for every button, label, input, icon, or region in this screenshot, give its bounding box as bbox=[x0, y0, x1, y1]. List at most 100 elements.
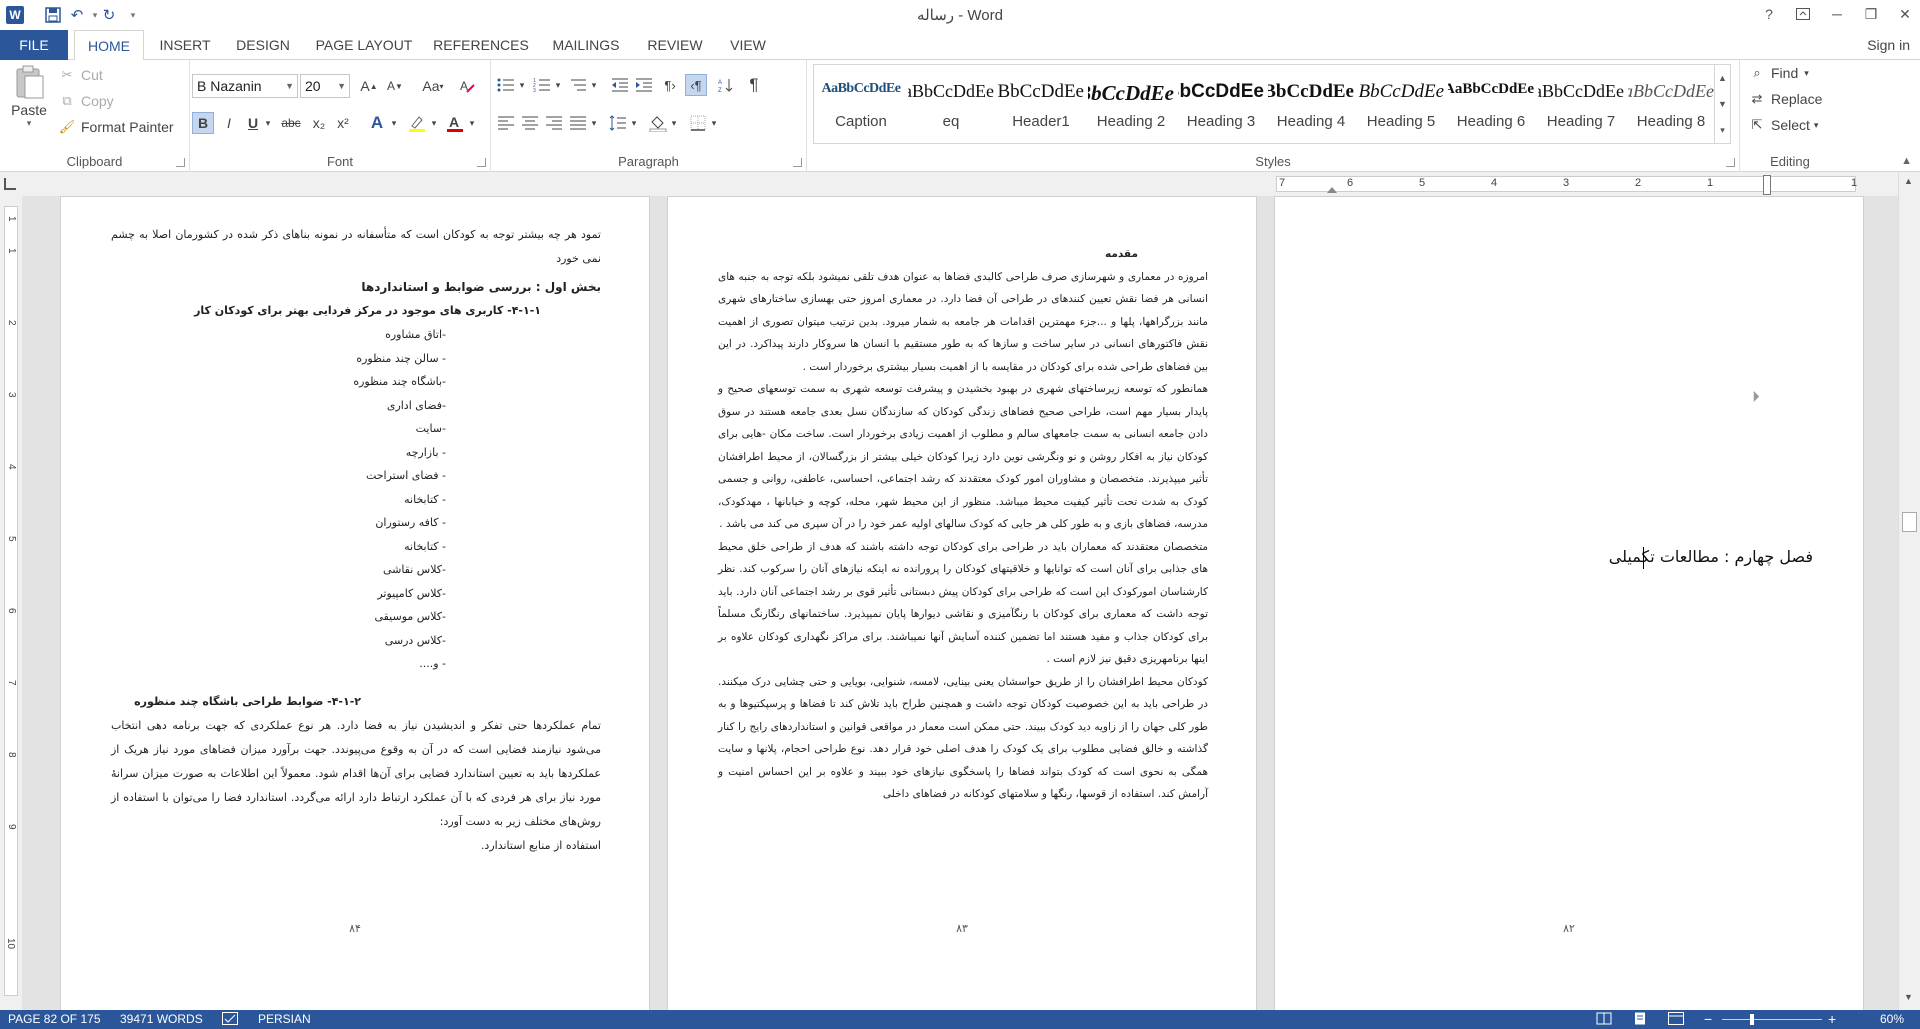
format-painter-button[interactable]: 🖌 Format Painter bbox=[58, 118, 174, 136]
font-color-dropdown-icon[interactable]: ▾ bbox=[466, 112, 478, 134]
style-heading-6[interactable]: AaBbCcDdEe Heading 6 bbox=[1448, 67, 1534, 141]
read-mode-icon[interactable] bbox=[1596, 1012, 1612, 1028]
decrease-indent-button[interactable] bbox=[609, 74, 631, 96]
cut-button[interactable]: ✂ Cut bbox=[58, 66, 103, 84]
line-spacing-dropdown-icon[interactable]: ▾ bbox=[629, 112, 639, 134]
minimize-icon[interactable]: ─ bbox=[1822, 2, 1852, 26]
style-heading-3[interactable]: AaBbCcDdEe Heading 3 bbox=[1178, 67, 1264, 141]
find-button[interactable]: ⌕ Find ▾ bbox=[1748, 64, 1808, 82]
close-icon[interactable]: ✕ bbox=[1890, 2, 1920, 26]
style-heading-8[interactable]: AaBbCcDdEe Heading 8 bbox=[1628, 67, 1714, 141]
language-indicator[interactable]: PERSIAN bbox=[258, 1012, 311, 1026]
vertical-ruler[interactable]: 1 1 2 3 4 5 6 7 8 9 10 bbox=[0, 196, 22, 1010]
line-spacing-button[interactable] bbox=[607, 112, 629, 134]
document-area[interactable]: تمود هر چه بیشتر توجه به کودکان است که م… bbox=[22, 196, 1898, 1010]
justify-dropdown-icon[interactable]: ▾ bbox=[589, 112, 599, 134]
bold-button[interactable]: B bbox=[192, 112, 214, 134]
help-icon[interactable]: ? bbox=[1754, 2, 1784, 26]
highlight-button[interactable] bbox=[406, 112, 428, 134]
tab-stop-marker[interactable] bbox=[1327, 187, 1337, 193]
tab-references[interactable]: REFERENCES bbox=[428, 30, 534, 60]
font-launcher-icon[interactable] bbox=[477, 158, 486, 167]
zoom-level[interactable]: 60% bbox=[1880, 1012, 1904, 1026]
text-effects-button[interactable]: A bbox=[366, 112, 388, 134]
show-hide-marks-button[interactable]: ¶ bbox=[743, 74, 765, 96]
multilevel-dropdown-icon[interactable]: ▾ bbox=[589, 74, 599, 96]
style-heading-5[interactable]: AaBbCcDdEe Heading 5 bbox=[1358, 67, 1444, 141]
page-84[interactable]: تمود هر چه بیشتر توجه به کودکان است که م… bbox=[60, 196, 650, 1010]
ltr-direction-button[interactable]: ¶› bbox=[659, 74, 681, 96]
page-count[interactable]: PAGE 82 OF 175 bbox=[8, 1012, 101, 1026]
styles-launcher-icon[interactable] bbox=[1726, 158, 1735, 167]
multilevel-list-button[interactable] bbox=[567, 74, 589, 96]
numbering-button[interactable]: 123 bbox=[531, 74, 553, 96]
strikethrough-button[interactable]: abc bbox=[278, 112, 304, 134]
style-heading-7[interactable]: AaBbCcDdEe Heading 7 bbox=[1538, 67, 1624, 141]
font-size-dropdown[interactable]: 20 ▼ bbox=[300, 74, 350, 98]
page-83[interactable]: مقدمه امروزه در معماری و شهرسازی صرف طرا… bbox=[667, 196, 1257, 1010]
bullets-dropdown-icon[interactable]: ▾ bbox=[517, 74, 527, 96]
page-82[interactable]: فصل چهارم : مطالعات تکمیلی ◢ ۸۲ bbox=[1274, 196, 1864, 1010]
style-caption[interactable]: AaBbCcDdEe Caption bbox=[818, 67, 904, 141]
zoom-slider-thumb[interactable] bbox=[1750, 1014, 1754, 1025]
page-83-body[interactable]: مقدمه امروزه در معماری و شهرسازی صرف طرا… bbox=[718, 243, 1208, 806]
highlight-dropdown-icon[interactable]: ▾ bbox=[428, 112, 440, 134]
underline-dropdown-icon[interactable]: ▾ bbox=[262, 112, 274, 134]
zoom-slider[interactable] bbox=[1722, 1014, 1822, 1025]
italic-button[interactable]: I bbox=[218, 112, 240, 134]
align-right-button[interactable] bbox=[543, 112, 565, 134]
paragraph-launcher-icon[interactable] bbox=[793, 158, 802, 167]
style-header1[interactable]: AaBbCcDdEe Header1 bbox=[998, 67, 1084, 141]
gallery-more-icon[interactable]: ▾ bbox=[1714, 117, 1730, 143]
customize-qat-icon[interactable]: ▾ bbox=[122, 4, 144, 26]
shrink-font-button[interactable]: A ▼ bbox=[384, 75, 406, 97]
scroll-up-icon[interactable]: ▲ bbox=[1904, 176, 1913, 186]
tab-page-layout[interactable]: PAGE LAYOUT bbox=[310, 30, 418, 60]
borders-button[interactable] bbox=[687, 112, 709, 134]
align-left-button[interactable] bbox=[495, 112, 517, 134]
web-layout-icon[interactable] bbox=[1668, 1012, 1684, 1028]
page-84-body[interactable]: تمود هر چه بیشتر توجه به کودکان است که م… bbox=[111, 223, 601, 858]
ribbon-display-options-icon[interactable] bbox=[1788, 2, 1818, 26]
zoom-out-button[interactable]: − bbox=[1704, 1012, 1712, 1026]
style-heading-4[interactable]: AaBbCcDdEe Heading 4 bbox=[1268, 67, 1354, 141]
font-color-button[interactable]: A bbox=[444, 112, 466, 134]
increase-indent-button[interactable] bbox=[633, 74, 655, 96]
word-count[interactable]: 39471 WORDS bbox=[120, 1012, 203, 1026]
superscript-button[interactable]: x² bbox=[332, 112, 354, 134]
word-logo-icon[interactable]: W bbox=[6, 6, 24, 24]
bullets-button[interactable] bbox=[495, 74, 517, 96]
tab-review[interactable]: REVIEW bbox=[638, 30, 712, 60]
indent-marker[interactable] bbox=[1763, 175, 1771, 195]
text-effects-dropdown-icon[interactable]: ▾ bbox=[388, 112, 400, 134]
style-eq[interactable]: AaBbCcDdEe eq bbox=[908, 67, 994, 141]
paste-button[interactable]: Paste ▾ bbox=[8, 64, 50, 130]
clear-formatting-button[interactable]: A bbox=[456, 75, 478, 97]
grow-font-button[interactable]: A ▲ bbox=[358, 75, 380, 97]
scrollbar-thumb[interactable] bbox=[1902, 512, 1917, 532]
zoom-in-button[interactable]: + bbox=[1828, 1012, 1836, 1026]
style-heading-2[interactable]: AaBbCcDdEe Heading 2 bbox=[1088, 67, 1174, 141]
tab-file[interactable]: FILE bbox=[0, 30, 68, 60]
numbering-dropdown-icon[interactable]: ▾ bbox=[553, 74, 563, 96]
font-name-dropdown[interactable]: B Nazanin ▼ bbox=[192, 74, 298, 98]
tab-design[interactable]: DESIGN bbox=[226, 30, 300, 60]
borders-dropdown-icon[interactable]: ▾ bbox=[709, 112, 719, 134]
scroll-down-icon[interactable]: ▼ bbox=[1904, 992, 1913, 1002]
proofing-icon[interactable] bbox=[222, 1012, 238, 1028]
save-icon[interactable] bbox=[42, 4, 64, 26]
justify-button[interactable] bbox=[567, 112, 589, 134]
sort-button[interactable]: AZ bbox=[715, 74, 737, 96]
shading-dropdown-icon[interactable]: ▾ bbox=[669, 112, 679, 134]
subscript-button[interactable]: x₂ bbox=[308, 112, 330, 134]
replace-button[interactable]: ⇄ Replace bbox=[1748, 90, 1823, 108]
tab-selector-icon[interactable] bbox=[4, 178, 16, 190]
sign-in-link[interactable]: Sign in bbox=[1867, 30, 1910, 60]
print-layout-icon[interactable] bbox=[1632, 1012, 1648, 1028]
underline-button[interactable]: U bbox=[242, 112, 264, 134]
rtl-direction-button[interactable]: ‹¶ bbox=[685, 74, 707, 96]
tab-view[interactable]: VIEW bbox=[722, 30, 774, 60]
horizontal-ruler[interactable]: 7 6 5 4 3 2 1 1 bbox=[1276, 175, 1857, 195]
select-button[interactable]: ⇱ Select ▾ bbox=[1748, 116, 1819, 134]
tab-mailings[interactable]: MAILINGS bbox=[544, 30, 628, 60]
